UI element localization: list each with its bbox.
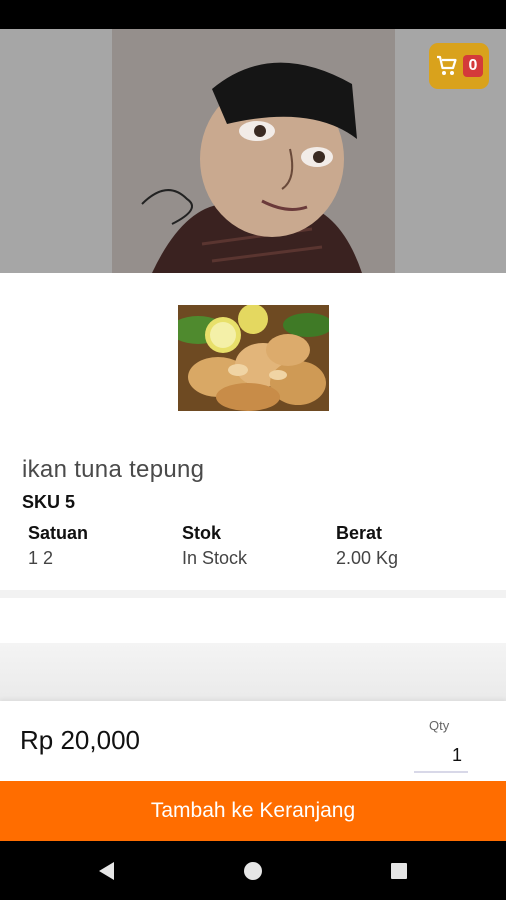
product-image[interactable] bbox=[178, 305, 329, 411]
recents-icon[interactable] bbox=[387, 859, 411, 883]
content-spacer bbox=[0, 643, 506, 701]
spec-label: Stok bbox=[182, 523, 222, 543]
spec-berat: Berat 2.00 Kg bbox=[336, 523, 398, 569]
spec-satuan: Satuan 1 2 bbox=[28, 523, 88, 569]
spec-stok: Stok In Stock bbox=[182, 523, 247, 569]
home-icon[interactable] bbox=[241, 859, 265, 883]
back-icon[interactable] bbox=[94, 859, 118, 883]
section-divider bbox=[0, 590, 506, 598]
add-to-cart-button[interactable]: Tambah ke Keranjang bbox=[0, 781, 506, 841]
qty-label: Qty bbox=[429, 718, 450, 733]
cart-icon bbox=[435, 54, 459, 78]
spec-label: Satuan bbox=[28, 523, 89, 543]
system-nav-bar bbox=[0, 841, 506, 900]
store-banner: 0 bbox=[0, 29, 506, 273]
status-bar bbox=[0, 0, 506, 29]
cart-button[interactable]: 0 bbox=[429, 43, 489, 89]
product-sku: SKU 5 bbox=[22, 492, 76, 512]
spec-value: In Stock bbox=[182, 548, 248, 568]
spec-value: 1 2 bbox=[28, 548, 54, 568]
banner-portrait-image bbox=[112, 29, 395, 273]
spec-label: Berat bbox=[336, 523, 383, 543]
purchase-bar: Rp 20,000 Qty bbox=[0, 701, 506, 781]
qty-input[interactable] bbox=[414, 739, 468, 773]
cart-count-badge: 0 bbox=[463, 55, 483, 77]
product-name: ikan tuna tepung bbox=[22, 456, 205, 483]
product-price: Rp 20,000 bbox=[20, 725, 140, 755]
spec-value: 2.00 Kg bbox=[336, 548, 399, 568]
